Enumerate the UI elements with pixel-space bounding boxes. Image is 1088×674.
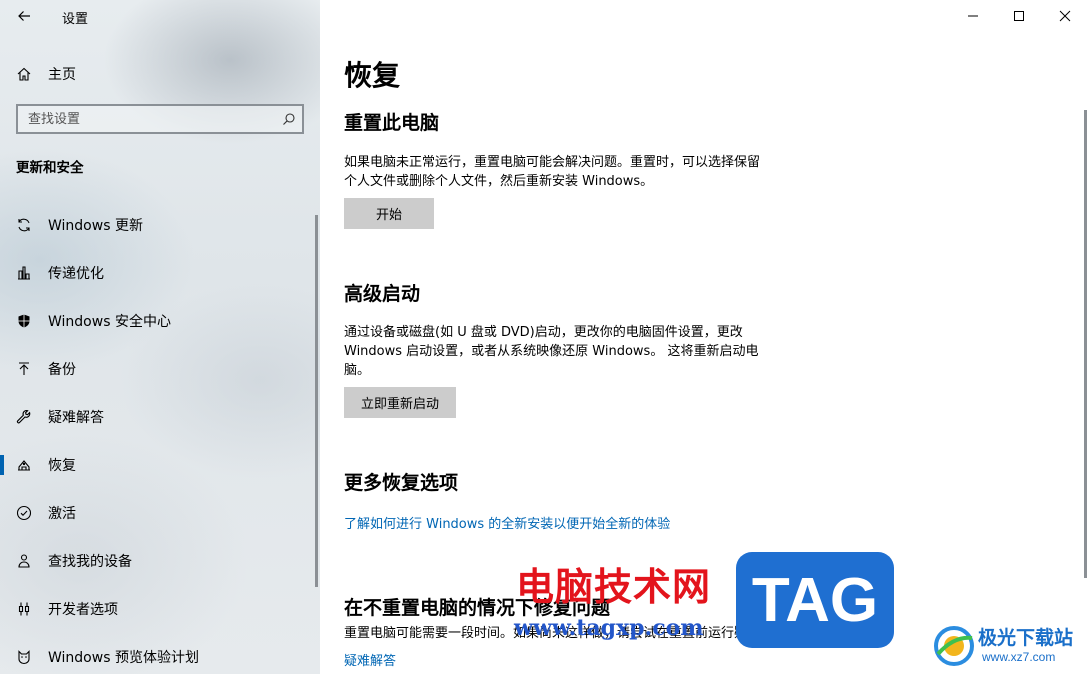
nav-list: Windows 更新 传递优化 Windows 安全中心 备份 疑难解答 恢复 … [0,201,320,674]
sidebar-item-backup[interactable]: 备份 [0,345,320,393]
sidebar-item-troubleshoot[interactable]: 疑难解答 [0,393,320,441]
minimize-button[interactable] [950,0,996,32]
reset-description-line: 如果电脑未正常运行，重置电脑可能会解决问题。重置时，可以选择保留 [344,155,761,170]
back-button[interactable] [8,4,40,28]
window-controls [950,0,1088,32]
watermark-site-name: 电脑技术网 [516,565,712,609]
sidebar-item-label: 激活 [48,506,76,522]
check-circle-icon [0,505,48,521]
watermark-brand: 极光下载站 www.xz7.com [930,620,1088,672]
sidebar-item-label: 疑难解答 [48,410,104,426]
page-title: 恢复 [344,59,401,92]
more-options-heading: 更多恢复选项 [344,472,459,494]
watermark-brand-url: www.xz7.com [982,650,1056,664]
troubleshoot-link[interactable]: 疑难解答 [344,650,396,669]
reset-description-line: 个人文件或删除个人文件，然后重新安装 Windows。 [344,174,654,189]
upload-arrow-icon [0,361,48,377]
sidebar-scrollbar[interactable] [315,215,318,587]
recovery-icon [0,457,48,473]
sidebar-item-delivery-optimization[interactable]: 传递优化 [0,249,320,297]
app-title: 设置 [62,12,89,27]
close-button[interactable] [1042,0,1088,32]
sidebar-item-label: 开发者选项 [48,602,118,618]
sidebar-item-label: Windows 安全中心 [48,314,171,330]
maximize-icon [1014,11,1024,21]
search-input[interactable] [28,111,268,127]
fresh-install-link[interactable]: 了解如何进行 Windows 的全新安装以便开始全新的体验 [344,513,670,532]
developer-tools-icon [0,601,48,617]
person-location-icon [0,553,48,569]
sidebar-item-label: Windows 预览体验计划 [48,650,199,666]
sidebar-item-windows-insider[interactable]: Windows 预览体验计划 [0,633,320,674]
advanced-startup-heading: 高级启动 [344,283,421,305]
close-icon [1059,10,1071,22]
start-reset-button[interactable]: 开始 [344,198,434,229]
back-arrow-icon [18,11,30,21]
maximize-button[interactable] [996,0,1042,32]
sidebar-item-label: Windows 更新 [48,218,143,234]
sidebar-item-windows-security[interactable]: Windows 安全中心 [0,297,320,345]
advanced-description-line: 脑。 [344,363,371,378]
advanced-description-line: 通过设备或磁盘(如 U 盘或 DVD)启动，更改你的电脑固件设置，更改 [344,325,743,340]
watermark-tag-logo: TAG [736,552,894,648]
title-bar: 设置 [0,0,320,32]
sync-icon [0,217,48,233]
sidebar-item-label: 恢复 [48,458,76,474]
delivery-optimization-icon [0,265,48,281]
minimize-icon [968,15,978,17]
wrench-icon [0,409,48,425]
sidebar-item-home[interactable]: 主页 [0,58,320,90]
advanced-description-line: Windows 启动设置，或者从系统映像还原 Windows。 这将重新启动电 [344,344,759,359]
search-icon[interactable] [282,112,296,126]
reset-heading: 重置此电脑 [344,112,440,134]
brand-logo-icon [934,626,974,666]
sidebar-item-label: 传递优化 [48,266,104,282]
watermark-site-url: www.tagxp.com [514,615,704,641]
sidebar-item-activation[interactable]: 激活 [0,489,320,537]
sidebar-item-developer-options[interactable]: 开发者选项 [0,585,320,633]
sidebar-item-find-my-device[interactable]: 查找我的设备 [0,537,320,585]
sidebar-item-label: 主页 [48,67,76,83]
home-icon [0,66,48,82]
restart-now-button[interactable]: 立即重新启动 [344,387,456,418]
sidebar-item-label: 查找我的设备 [48,554,132,570]
advanced-startup-description: 通过设备或磁盘(如 U 盘或 DVD)启动，更改你的电脑固件设置，更改 Wind… [344,323,804,380]
search-box[interactable] [16,104,304,134]
section-title: 更新和安全 [16,160,84,176]
sidebar-item-label: 备份 [48,362,76,378]
sidebar-item-windows-update[interactable]: Windows 更新 [0,201,320,249]
content-scrollbar[interactable] [1084,110,1087,578]
reset-description: 如果电脑未正常运行，重置电脑可能会解决问题。重置时，可以选择保留 个人文件或删除… [344,153,804,191]
shield-icon [0,313,48,329]
watermark-brand-name: 极光下载站 [978,627,1074,649]
sidebar: 设置 主页 更新和安全 Windows 更新 传递优化 [0,0,320,674]
sidebar-item-recovery[interactable]: 恢复 [0,441,320,489]
cat-icon [0,649,48,665]
